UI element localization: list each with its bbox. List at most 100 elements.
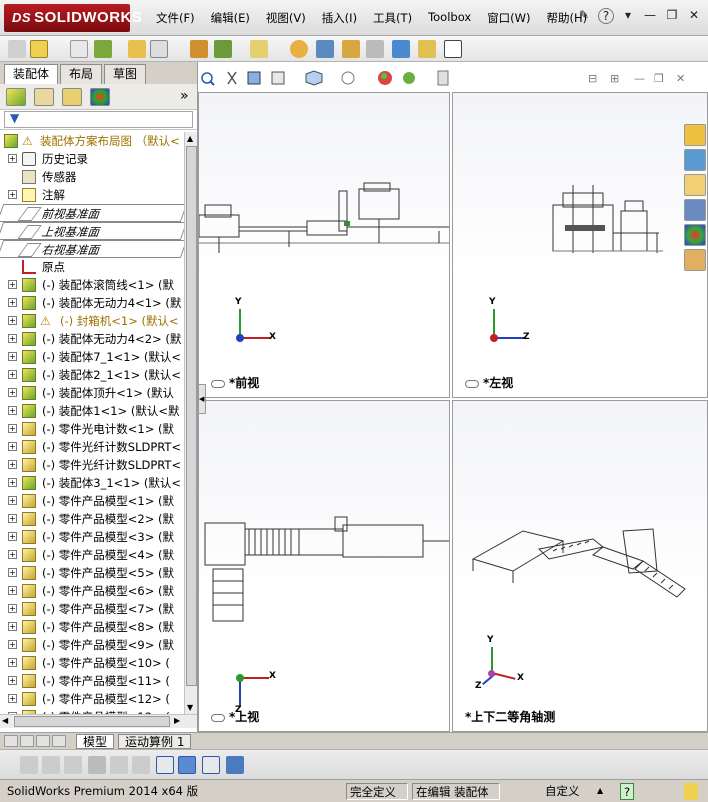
mate-icon[interactable] bbox=[150, 40, 168, 58]
design-library-icon[interactable] bbox=[684, 149, 706, 171]
tree-item[interactable]: + (-) 装配体顶升<1> (默认 bbox=[0, 384, 184, 402]
tree-item[interactable]: + (-) 零件产品模型<9> (默 bbox=[0, 636, 184, 654]
units-up-icon[interactable]: ▲ bbox=[594, 783, 606, 800]
tree-item[interactable]: + (-) 装配体无动力4<1> (默 bbox=[0, 294, 184, 312]
play-icon[interactable] bbox=[42, 756, 60, 774]
reference-geometry-icon[interactable] bbox=[342, 40, 360, 58]
configuration-manager-icon[interactable] bbox=[62, 88, 82, 106]
viewport-front[interactable]: Y X *前视 bbox=[198, 92, 450, 398]
filter-list-icon[interactable] bbox=[110, 756, 128, 774]
pin-icon[interactable]: ✎ bbox=[576, 8, 592, 24]
expand-toggle-icon[interactable]: + bbox=[8, 460, 17, 469]
viewport-top[interactable]: X Z *上视 bbox=[198, 400, 450, 732]
graphics-area[interactable]: ⊟ ⊞ — ❐ ✕ Y X *前视 Y Z *左视 X Z *上视 Y X Z … bbox=[198, 62, 708, 732]
tree-item[interactable]: 上视基准面 bbox=[0, 222, 184, 240]
expand-toggle-icon[interactable]: + bbox=[8, 154, 17, 163]
gear-icon[interactable] bbox=[290, 40, 308, 58]
filter-input[interactable] bbox=[4, 111, 193, 128]
first-tab-icon[interactable] bbox=[4, 735, 18, 747]
prev-tab-icon[interactable] bbox=[20, 735, 34, 747]
help-icon[interactable]: ? bbox=[620, 783, 634, 800]
expand-toggle-icon[interactable]: + bbox=[8, 352, 17, 361]
tag-icon[interactable] bbox=[684, 783, 698, 800]
property-manager-icon[interactable] bbox=[34, 88, 54, 106]
panel-collapse-handle[interactable]: ◀ bbox=[198, 384, 206, 414]
custom-properties-icon[interactable] bbox=[684, 249, 706, 271]
tree-item[interactable]: + (-) 零件产品模型<7> (默 bbox=[0, 600, 184, 618]
hscroll-thumb[interactable] bbox=[14, 716, 170, 727]
tree-item[interactable]: + 历史记录 bbox=[0, 150, 184, 168]
expand-toggle-icon[interactable]: + bbox=[8, 280, 17, 289]
sync-views-icon[interactable]: ⊞ bbox=[610, 72, 619, 85]
move-component-icon[interactable] bbox=[214, 40, 232, 58]
expand-toggle-icon[interactable]: + bbox=[8, 370, 17, 379]
smart-fastener-icon[interactable] bbox=[190, 40, 208, 58]
two-view-icon[interactable] bbox=[178, 756, 196, 774]
tab-assembly[interactable]: 装配体 bbox=[4, 64, 59, 84]
calculate-icon[interactable] bbox=[20, 756, 38, 774]
view-palette-icon[interactable] bbox=[684, 199, 706, 221]
pointer-icon[interactable] bbox=[70, 40, 88, 58]
expand-toggle-icon[interactable]: + bbox=[8, 676, 17, 685]
dropdown-icon[interactable]: ▾ bbox=[620, 8, 636, 24]
viewport-left[interactable]: Y Z *左视 bbox=[452, 92, 708, 398]
tab-layout[interactable]: 布局 bbox=[60, 64, 103, 84]
appearances-icon[interactable] bbox=[684, 224, 706, 246]
expand-panel-icon[interactable]: » bbox=[180, 88, 189, 104]
restore-icon[interactable]: ❐ bbox=[664, 8, 680, 24]
menu-window[interactable]: 窗口(W) bbox=[479, 10, 538, 26]
scroll-thumb[interactable] bbox=[186, 146, 197, 686]
expand-toggle-icon[interactable]: + bbox=[8, 604, 17, 613]
expand-toggle-icon[interactable]: + bbox=[8, 622, 17, 631]
simulation-icon[interactable] bbox=[64, 756, 82, 774]
menu-insert[interactable]: 插入(I) bbox=[314, 10, 365, 26]
expand-toggle-icon[interactable]: + bbox=[8, 190, 17, 199]
tree-item[interactable]: + (-) 零件产品模型<6> (默 bbox=[0, 582, 184, 600]
tree-item[interactable]: + (-) 零件产品模型<10> ( bbox=[0, 654, 184, 672]
tree-item[interactable]: + (-) 零件产品模型<1> (默 bbox=[0, 492, 184, 510]
tree-filter[interactable]: ▼ bbox=[0, 110, 197, 130]
tree-item[interactable]: + (-) 零件产品模型<12> ( bbox=[0, 690, 184, 708]
interference-icon[interactable] bbox=[418, 40, 436, 58]
last-tab-icon[interactable] bbox=[52, 735, 66, 747]
expand-toggle-icon[interactable]: + bbox=[8, 424, 17, 433]
tab-sketch[interactable]: 草图 bbox=[104, 64, 147, 84]
expand-toggle-icon[interactable]: + bbox=[8, 316, 17, 325]
solidworks-logo[interactable]: DS SOLIDWORKS bbox=[4, 4, 142, 32]
rotate-component-icon[interactable] bbox=[250, 40, 268, 58]
viewport-isometric[interactable]: Y X Z *上下二等角轴测 bbox=[452, 400, 708, 732]
tree-item[interactable]: + (-) 零件产品模型<5> (默 bbox=[0, 564, 184, 582]
expand-toggle-icon[interactable]: + bbox=[8, 640, 17, 649]
vp-close-icon[interactable]: ✕ bbox=[676, 72, 685, 85]
tree-item[interactable]: + (-) 装配体滚筒线<1> (默 bbox=[0, 276, 184, 294]
tree-item[interactable]: + (-) 装配体7_1<1> (默认< bbox=[0, 348, 184, 366]
swap-icon[interactable] bbox=[132, 756, 150, 774]
expand-toggle-icon[interactable]: + bbox=[8, 496, 17, 505]
insert-component-icon[interactable] bbox=[128, 40, 146, 58]
menu-toolbox[interactable]: Toolbox bbox=[420, 10, 479, 26]
tree-item[interactable]: + (-) 装配体无动力4<2> (默 bbox=[0, 330, 184, 348]
tree-item[interactable]: + (-) 装配体2_1<1> (默认< bbox=[0, 366, 184, 384]
tree-horizontal-scrollbar[interactable]: ◀ ▶ bbox=[0, 714, 197, 728]
view-toolbar-icons[interactable] bbox=[198, 62, 450, 92]
menu-file[interactable]: 文件(F) bbox=[148, 10, 203, 26]
expand-toggle-icon[interactable]: + bbox=[8, 514, 17, 523]
measure-icon[interactable] bbox=[392, 40, 410, 58]
expand-toggle-icon[interactable]: + bbox=[8, 532, 17, 541]
component-pattern-icon[interactable] bbox=[94, 40, 112, 58]
tree-item[interactable]: + (-) 零件产品模型<8> (默 bbox=[0, 618, 184, 636]
new-document-icon[interactable] bbox=[30, 40, 48, 58]
tree-item[interactable]: + (-) 零件产品模型<4> (默 bbox=[0, 546, 184, 564]
help-icon[interactable]: ? bbox=[598, 8, 614, 24]
menu-edit[interactable]: 编辑(E) bbox=[203, 10, 258, 26]
four-view-icon[interactable] bbox=[202, 756, 220, 774]
expand-toggle-icon[interactable]: + bbox=[8, 478, 17, 487]
tree-item[interactable]: + (-) 零件光纤计数SLDPRT< bbox=[0, 438, 184, 456]
camera-icon[interactable] bbox=[211, 379, 225, 388]
tree-item[interactable]: + ⚠ (-) 封箱机<1> (默认< bbox=[0, 312, 184, 330]
tree-item[interactable]: + (-) 装配体1<1> (默认<默 bbox=[0, 402, 184, 420]
file-explorer-icon[interactable] bbox=[684, 174, 706, 196]
expand-toggle-icon[interactable]: + bbox=[8, 406, 17, 415]
tab-model[interactable]: 模型 bbox=[76, 734, 115, 749]
expand-toggle-icon[interactable]: + bbox=[8, 658, 17, 667]
